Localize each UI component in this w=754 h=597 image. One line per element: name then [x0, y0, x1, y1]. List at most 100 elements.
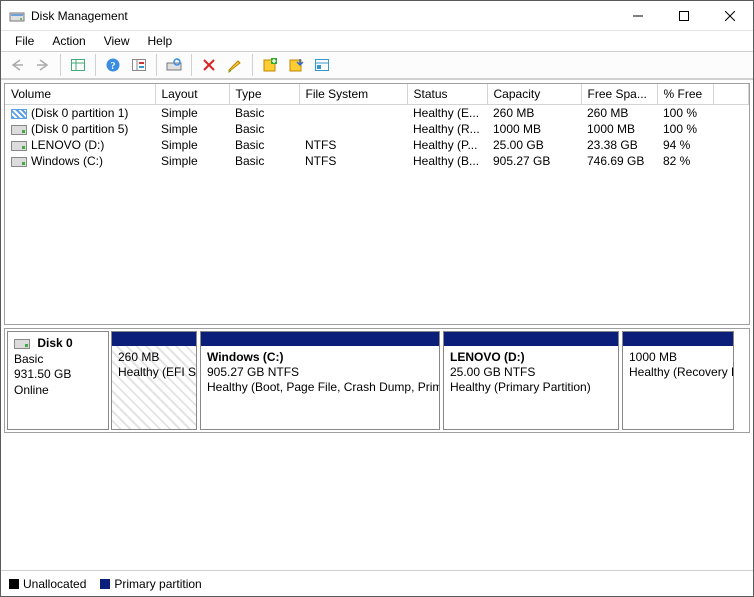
menu-action[interactable]: Action: [44, 32, 93, 50]
table-row[interactable]: (Disk 0 partition 5)SimpleBasicHealthy (…: [5, 121, 749, 137]
partition-status: Healthy (Boot, Page File, Crash Dump, Pr…: [207, 380, 433, 395]
cell-pct: 100 %: [657, 121, 713, 137]
cell-free: 260 MB: [581, 105, 657, 122]
disk-icon: [14, 339, 30, 349]
cell-volume: (Disk 0 partition 5): [31, 122, 128, 136]
partition-size: 905.27 GB NTFS: [207, 365, 433, 380]
forward-button[interactable]: [31, 53, 55, 77]
disk-type: Basic: [14, 352, 43, 366]
workspace: Volume Layout Type File System Status Ca…: [1, 79, 753, 596]
col-type[interactable]: Type: [229, 84, 299, 105]
cell-layout: Simple: [155, 105, 229, 122]
cell-status: Healthy (E...: [407, 105, 487, 122]
col-capacity[interactable]: Capacity: [487, 84, 581, 105]
volume-list-pane: Volume Layout Type File System Status Ca…: [4, 83, 750, 325]
partition-cap: [444, 332, 618, 346]
legend: Unallocated Primary partition: [1, 570, 753, 596]
maximize-button[interactable]: [661, 1, 707, 31]
partition-size: 260 MB: [118, 350, 190, 365]
attach-vhd-button[interactable]: [284, 53, 308, 77]
cell-capacity: 25.00 GB: [487, 137, 581, 153]
cell-type: Basic: [229, 121, 299, 137]
legend-primary: Primary partition: [100, 577, 201, 591]
col-status[interactable]: Status: [407, 84, 487, 105]
disk-status: Online: [14, 383, 49, 397]
partition-cap: [201, 332, 439, 346]
cell-volume: Windows (C:): [31, 154, 103, 168]
cell-fs: [299, 105, 407, 122]
cell-free: 23.38 GB: [581, 137, 657, 153]
partition[interactable]: 260 MBHealthy (EFI Sys: [111, 331, 197, 430]
cell-capacity: 1000 MB: [487, 121, 581, 137]
close-button[interactable]: [707, 1, 753, 31]
partition[interactable]: LENOVO (D:)25.00 GB NTFSHealthy (Primary…: [443, 331, 619, 430]
settings-button[interactable]: [127, 53, 151, 77]
cell-pct: 94 %: [657, 137, 713, 153]
table-row[interactable]: LENOVO (D:)SimpleBasicNTFSHealthy (P...2…: [5, 137, 749, 153]
partition-status: Healthy (Recovery P: [629, 365, 727, 380]
partition-title: Windows (C:): [207, 350, 433, 365]
table-header-row: Volume Layout Type File System Status Ca…: [5, 84, 749, 105]
svg-text:?: ?: [111, 61, 116, 72]
menu-bar: File Action View Help: [1, 31, 753, 51]
disk-size: 931.50 GB: [14, 367, 71, 381]
col-spare[interactable]: [713, 84, 749, 105]
col-free[interactable]: Free Spa...: [581, 84, 657, 105]
minimize-button[interactable]: [615, 1, 661, 31]
cell-type: Basic: [229, 137, 299, 153]
menu-view[interactable]: View: [96, 32, 138, 50]
menu-help[interactable]: Help: [140, 32, 181, 50]
delete-button[interactable]: [197, 53, 221, 77]
create-vhd-button[interactable]: [258, 53, 282, 77]
help-button[interactable]: ?: [101, 53, 125, 77]
partition-strip: 260 MBHealthy (EFI SysWindows (C:)905.27…: [111, 329, 749, 432]
volume-icon: [11, 125, 27, 135]
disk-name: Disk 0: [37, 336, 72, 350]
detach-vhd-button[interactable]: [310, 53, 334, 77]
col-pct[interactable]: % Free: [657, 84, 713, 105]
title-bar: Disk Management: [1, 1, 753, 31]
volume-icon: [11, 141, 27, 151]
partition[interactable]: Windows (C:)905.27 GB NTFSHealthy (Boot,…: [200, 331, 440, 430]
disk-row: Disk 0 Basic 931.50 GB Online 260 MBHeal…: [4, 328, 750, 433]
cell-status: Healthy (B...: [407, 153, 487, 169]
partition-body: LENOVO (D:)25.00 GB NTFSHealthy (Primary…: [444, 346, 618, 429]
legend-unallocated: Unallocated: [9, 577, 86, 591]
app-icon: [9, 8, 25, 24]
disk-header[interactable]: Disk 0 Basic 931.50 GB Online: [7, 331, 109, 430]
col-fs[interactable]: File System: [299, 84, 407, 105]
cell-fs: NTFS: [299, 153, 407, 169]
cell-status: Healthy (P...: [407, 137, 487, 153]
cell-free: 746.69 GB: [581, 153, 657, 169]
table-row[interactable]: Windows (C:) SimpleBasicNTFSHealthy (B...…: [5, 153, 749, 169]
table-row[interactable]: (Disk 0 partition 1)SimpleBasicHealthy (…: [5, 105, 749, 122]
cell-type: Basic: [229, 105, 299, 122]
window-title: Disk Management: [31, 9, 128, 23]
show-hide-console-tree-button[interactable]: [66, 53, 90, 77]
cell-type: Basic: [229, 153, 299, 169]
back-button[interactable]: [5, 53, 29, 77]
partition-status: Healthy (EFI Sys: [118, 365, 190, 380]
partition-cap: [112, 332, 196, 346]
partition-size: 1000 MB: [629, 350, 727, 365]
partition-body: 260 MBHealthy (EFI Sys: [112, 346, 196, 429]
cell-status: Healthy (R...: [407, 121, 487, 137]
disk-map-pane: Disk 0 Basic 931.50 GB Online 260 MBHeal…: [4, 328, 750, 567]
cell-capacity: 260 MB: [487, 105, 581, 122]
cell-layout: Simple: [155, 153, 229, 169]
col-volume[interactable]: Volume: [5, 84, 155, 105]
partition[interactable]: 1000 MBHealthy (Recovery P: [622, 331, 734, 430]
cell-layout: Simple: [155, 137, 229, 153]
volume-table[interactable]: Volume Layout Type File System Status Ca…: [5, 84, 749, 169]
cell-fs: [299, 121, 407, 137]
col-layout[interactable]: Layout: [155, 84, 229, 105]
refresh-button[interactable]: [162, 53, 186, 77]
empty-area: [4, 433, 750, 567]
partition-body: Windows (C:)905.27 GB NTFSHealthy (Boot,…: [201, 346, 439, 429]
cell-capacity: 905.27 GB: [487, 153, 581, 169]
menu-file[interactable]: File: [7, 32, 42, 50]
properties-button[interactable]: [223, 53, 247, 77]
swatch-unallocated-icon: [9, 579, 19, 589]
cell-pct: 100 %: [657, 105, 713, 122]
partition-cap: [623, 332, 733, 346]
